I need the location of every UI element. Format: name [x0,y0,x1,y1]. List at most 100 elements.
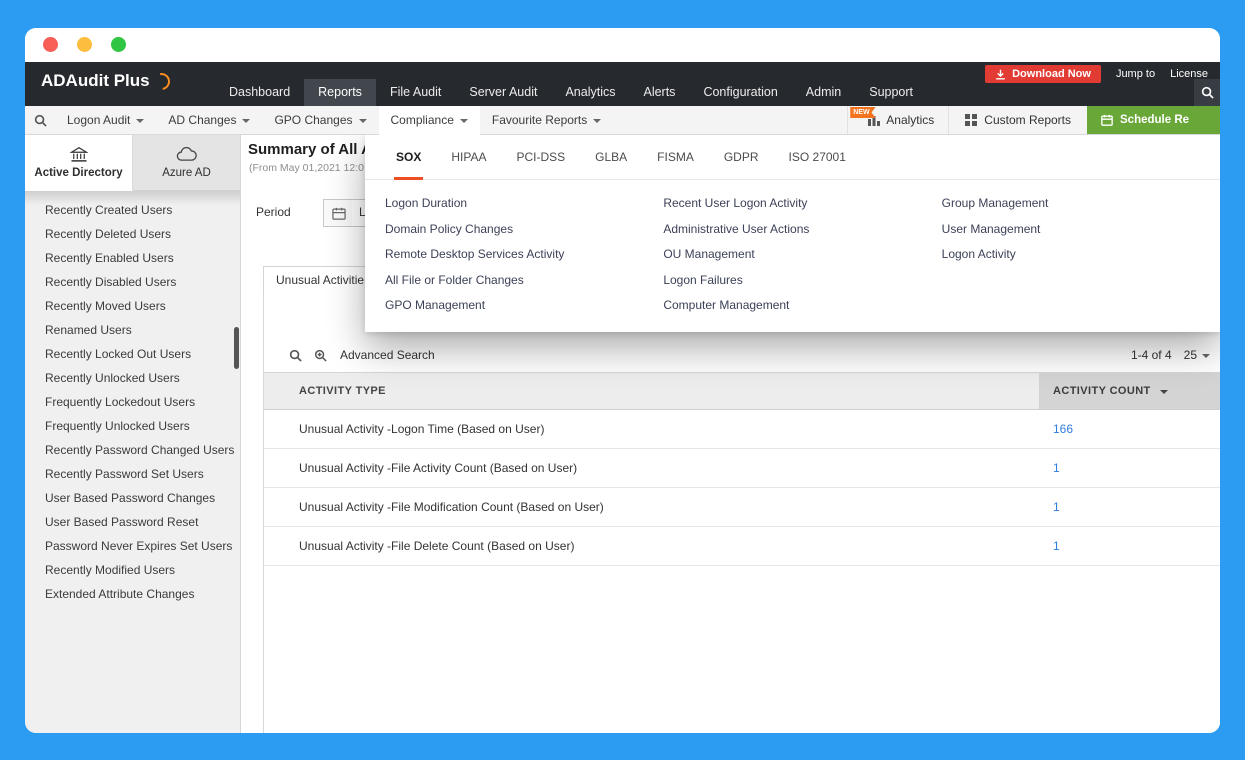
activity-count-link[interactable]: 1 [1053,500,1060,514]
sidebar-item[interactable]: Recently Password Changed Users [25,438,240,462]
nav-alerts[interactable]: Alerts [629,79,689,106]
menu-logon-audit[interactable]: Logon Audit [55,106,156,134]
compliance-column: Logon Duration Domain Policy Changes Rem… [385,191,663,319]
compliance-link[interactable]: Domain Policy Changes [385,217,663,243]
custom-reports-button[interactable]: Custom Reports [948,106,1087,134]
advanced-search-link[interactable]: Advanced Search [340,348,435,362]
period-calendar-button[interactable] [323,199,355,227]
custom-reports-label: Custom Reports [984,113,1071,127]
search-icon[interactable] [289,349,302,362]
sidebar-item[interactable]: Password Never Expires Set Users [25,534,240,558]
sidebar-item[interactable]: Recently Created Users [25,198,240,222]
nav-file-audit[interactable]: File Audit [376,79,455,106]
page-subtitle: (From May 01,2021 12:0 [249,162,364,174]
compliance-link[interactable]: OU Management [663,242,941,268]
sidebar-report-list: Recently Created Users Recently Deleted … [25,191,240,606]
menu-favourite-reports[interactable]: Favourite Reports [480,106,613,134]
compliance-link[interactable]: Logon Duration [385,191,663,217]
compliance-link[interactable]: Computer Management [663,293,941,319]
schedule-reports-button[interactable]: Schedule Re [1087,106,1220,134]
column-activity-count[interactable]: ACTIVITY COUNT [1039,373,1220,409]
compliance-link[interactable]: Administrative User Actions [663,217,941,243]
minimize-button[interactable] [77,37,92,52]
activity-count-link[interactable]: 166 [1053,422,1073,436]
nav-reports[interactable]: Reports [304,79,376,106]
sidebar-item[interactable]: Recently Enabled Users [25,246,240,270]
nav-configuration[interactable]: Configuration [689,79,791,106]
sidebar-item[interactable]: User Based Password Reset [25,510,240,534]
app-header: ADAudit Plus Dashboard Reports File Audi… [25,62,1220,106]
nav-server-audit[interactable]: Server Audit [455,79,551,106]
sidebar-item[interactable]: Recently Moved Users [25,294,240,318]
advanced-search-icon[interactable] [314,349,328,362]
sidebar-item[interactable]: Renamed Users [25,318,240,342]
tab-azure-ad[interactable]: Azure AD [133,135,240,191]
tab-fisma[interactable]: FISMA [642,134,709,179]
sidebar-item[interactable]: Extended Attribute Changes [25,582,240,606]
header-search-button[interactable] [1194,79,1220,106]
sidebar-item[interactable]: Frequently Unlocked Users [25,414,240,438]
sidebar-item[interactable]: Recently Unlocked Users [25,366,240,390]
menu-gpo-changes[interactable]: GPO Changes [262,106,378,134]
compliance-link[interactable]: Logon Failures [663,268,941,294]
sidebar-scrollbar[interactable] [234,327,239,369]
search-icon [34,114,47,127]
download-now-button[interactable]: Download Now [985,65,1101,83]
menu-favourite-reports-label: Favourite Reports [491,113,588,127]
tab-active-directory[interactable]: Active Directory [25,135,133,191]
close-button[interactable] [43,37,58,52]
sidebar-item[interactable]: User Based Password Changes [25,486,240,510]
sidebar-item[interactable]: Recently Disabled Users [25,270,240,294]
tab-sox[interactable]: SOX [381,134,436,180]
tab-azure-ad-label: Azure AD [162,166,211,179]
activity-count-link[interactable]: 1 [1053,461,1060,475]
tab-gdpr[interactable]: GDPR [709,134,774,179]
cloud-icon [176,146,197,161]
toolbar-search-button[interactable] [25,106,55,134]
table-row: Unusual Activity -File Modification Coun… [264,488,1220,527]
page-size-select[interactable]: 25 [1184,348,1214,362]
compliance-link[interactable]: GPO Management [385,293,663,319]
analytics-shortcut[interactable]: NEW Analytics [847,106,948,134]
app-logo[interactable]: ADAudit Plus [41,69,173,93]
tab-unusual-activities[interactable]: Unusual Activitie [263,266,381,294]
sidebar-item[interactable]: Recently Deleted Users [25,222,240,246]
compliance-link[interactable]: Remote Desktop Services Activity [385,242,663,268]
compliance-link[interactable]: All File or Folder Changes [385,268,663,294]
download-icon [996,69,1005,80]
activity-type-cell: Unusual Activity -File Activity Count (B… [299,461,578,475]
activity-count-link[interactable]: 1 [1053,539,1060,553]
tab-active-directory-label: Active Directory [34,166,123,179]
compliance-link[interactable]: User Management [942,217,1220,243]
tab-hipaa[interactable]: HIPAA [436,134,501,179]
nav-admin[interactable]: Admin [792,79,855,106]
app-window: ADAudit Plus Dashboard Reports File Audi… [25,28,1220,733]
sidebar-tabs: Active Directory Azure AD [25,135,240,191]
tab-pci-dss[interactable]: PCI-DSS [501,134,580,179]
compliance-link[interactable]: Group Management [942,191,1220,217]
nav-analytics[interactable]: Analytics [551,79,629,106]
compliance-link[interactable]: Recent User Logon Activity [663,191,941,217]
menu-compliance[interactable]: Compliance [378,106,481,135]
column-activity-count-label: ACTIVITY COUNT [1053,385,1151,397]
sidebar-item[interactable]: Recently Password Set Users [25,462,240,486]
logo-swoosh-icon [149,69,173,93]
tab-glba[interactable]: GLBA [580,134,642,179]
download-now-label: Download Now [1012,68,1091,80]
compliance-link[interactable]: Logon Activity [942,242,1220,268]
sidebar-item[interactable]: Frequently Lockedout Users [25,390,240,414]
analytics-shortcut-label: Analytics [886,113,935,127]
activity-type-cell: Unusual Activity -File Modification Coun… [299,500,604,514]
table-header: ACTIVITY TYPE ACTIVITY COUNT [264,372,1220,410]
sidebar-item[interactable]: Recently Locked Out Users [25,342,240,366]
nav-support[interactable]: Support [855,79,927,106]
maximize-button[interactable] [111,37,126,52]
menu-ad-changes-label: AD Changes [168,113,237,127]
sidebar-item[interactable]: Recently Modified Users [25,558,240,582]
menu-compliance-label: Compliance [390,113,454,127]
nav-dashboard[interactable]: Dashboard [215,79,304,106]
jump-to-link[interactable]: Jump to [1116,68,1155,80]
column-activity-type: ACTIVITY TYPE [299,385,386,397]
menu-ad-changes[interactable]: AD Changes [156,106,262,134]
tab-iso-27001[interactable]: ISO 27001 [774,134,861,179]
